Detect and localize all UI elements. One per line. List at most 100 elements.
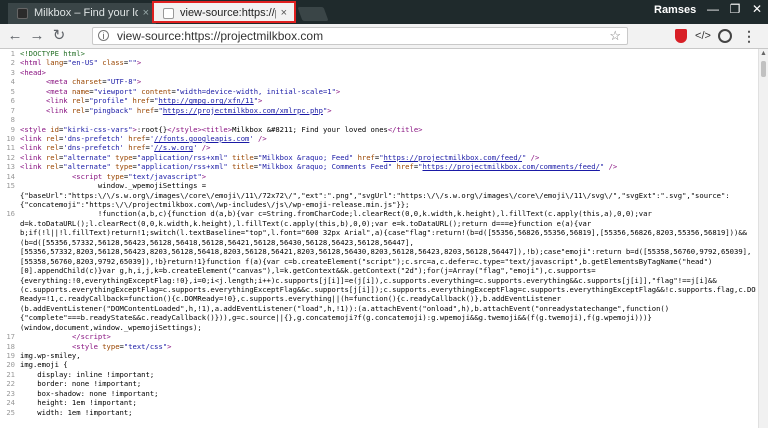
line-number: 5 <box>10 86 15 96</box>
line-number: 18 <box>6 341 15 351</box>
line-number: 13 <box>6 162 15 172</box>
source-line: {"baseUrl":"https:\/\/s.w.org\/images\/c… <box>20 190 730 200</box>
source-line: <link rel='dns-prefetch' href='//fonts.g… <box>20 133 267 143</box>
source-line: [0].appendChild(c)}var g,h,i,j,k=b.creat… <box>20 266 596 276</box>
source-line: (c.supports.everythingExceptFlag=c.suppo… <box>20 284 756 294</box>
source-line: {everything:!0,everythingExceptFlag:!0},… <box>20 275 717 285</box>
scrollbar-thumb[interactable] <box>761 61 766 77</box>
source-line: </script> <box>71 332 111 342</box>
source-line: <!DOCTYPE html> <box>20 49 85 58</box>
line-number <box>0 238 15 247</box>
source-line: !function(a,b,c){function d(a,b){var c=S… <box>20 209 652 219</box>
source-line: (b=d([55356,57332,56128,56423,56128,5641… <box>20 237 414 247</box>
line-number: 16 <box>6 209 15 219</box>
source-line: border: none !important; <box>20 379 142 389</box>
line-number: 9 <box>10 124 15 134</box>
line-number: 11 <box>6 143 15 153</box>
line-number <box>0 200 15 209</box>
line-number <box>0 285 15 294</box>
source-line: <link rel="pingback" href="https://proje… <box>45 105 332 115</box>
line-number: 6 <box>10 96 15 106</box>
source-line: <link rel="alternate" type="application/… <box>20 152 540 162</box>
source-line: height: 1em !important; <box>20 398 137 408</box>
new-tab-button[interactable] <box>297 7 329 21</box>
minimize-icon[interactable]: — <box>704 2 722 16</box>
source-line: <style type="text/css"> <box>71 341 172 351</box>
source-line: Ready=!1,c.readyCallback=function(){c.DO… <box>20 294 561 304</box>
line-number <box>0 257 15 266</box>
line-number: 15 <box>6 181 15 191</box>
source-line: box-shadow: none !important; <box>20 388 159 398</box>
line-number <box>0 191 15 200</box>
browser-toolbar: ← → ↻ i view-source:https://projectmilkb… <box>0 24 768 49</box>
scroll-up-icon[interactable]: ▲ <box>760 50 767 57</box>
line-number-gutter: 1 2 3 4 5 6 7 8 9 10 11 12 13 14 15 16 17 18 19 20 21 22 23 24 2… <box>0 49 15 417</box>
tab-milkbox[interactable]: Milkbox – Find your love × <box>8 3 156 24</box>
tab-close-icon[interactable]: × <box>281 3 287 24</box>
title-bar: Milkbox – Find your love × view-source:h… <box>0 0 768 24</box>
source-line: d=k.toDataURL();l.clearRect(0,0,k.width,… <box>20 218 592 228</box>
line-number <box>0 304 15 313</box>
tab-view-source[interactable]: view-source:https://proje × <box>152 1 296 23</box>
source-code: <!DOCTYPE html> <html lang="en-US" class=… <box>20 49 756 417</box>
source-line: {"concatemoji":"https:\/\/projectmilkbox… <box>20 200 410 209</box>
adblock-extension-icon[interactable] <box>672 27 690 45</box>
line-number <box>0 228 15 237</box>
source-line: <meta name="viewport" content="width=dev… <box>45 86 341 96</box>
line-number: 8 <box>10 115 15 125</box>
line-number: 1 <box>10 49 15 58</box>
source-line: img.wp-smiley, <box>20 351 81 360</box>
source-line: [55358,56760,8203,9792,65039]),!b}return… <box>20 256 713 266</box>
source-line: display: inline !important; <box>20 369 155 379</box>
source-line: {"complete"===b.readyState&&c.readyCallb… <box>20 313 652 323</box>
line-number: 2 <box>10 58 15 68</box>
source-line: <link rel="profile" href="http://gmpg.or… <box>45 96 263 106</box>
source-line: window._wpemojiSettings = <box>20 181 207 191</box>
view-source-content: 1 2 3 4 5 6 7 8 9 10 11 12 13 14 15 16 17 18 19 20 21 22 23 24 2… <box>0 49 758 428</box>
page-favicon-icon <box>17 8 28 19</box>
info-icon[interactable]: i <box>98 30 109 41</box>
line-number <box>0 219 15 228</box>
line-number: 7 <box>10 105 15 115</box>
address-url[interactable]: view-source:https://projectmilkbox.com <box>117 29 323 43</box>
source-line: <head> <box>20 67 46 77</box>
bookmark-star-icon[interactable]: ☆ <box>609 28 621 44</box>
line-number: 23 <box>6 388 15 398</box>
source-line: b;if(!l||!l.fillText)return!1;switch(l.t… <box>20 228 747 238</box>
line-number <box>0 247 15 256</box>
close-window-icon[interactable]: ✕ <box>748 2 766 16</box>
line-number: 22 <box>6 379 15 389</box>
source-line: <link rel="alternate" type="application/… <box>20 162 618 172</box>
line-number: 3 <box>10 67 15 77</box>
reload-icon[interactable]: ↻ <box>50 27 68 45</box>
line-number <box>0 313 15 322</box>
page-favicon-icon <box>163 8 174 19</box>
tab-close-icon[interactable]: × <box>143 3 149 24</box>
line-number: 21 <box>6 369 15 379</box>
browser-menu-icon[interactable]: ⋮ <box>740 27 758 45</box>
line-number: 19 <box>6 351 15 360</box>
extension-ring-icon[interactable] <box>716 27 734 45</box>
tab-title: Milkbox – Find your love <box>34 7 138 19</box>
maximize-icon[interactable]: ❐ <box>726 2 744 16</box>
source-line <box>20 115 756 124</box>
source-line: <link rel='dns-prefetch' href='//s.w.org… <box>20 143 211 153</box>
source-line: width: 1em !important; <box>20 407 133 417</box>
address-bar[interactable]: i view-source:https://projectmilkbox.com… <box>92 27 628 45</box>
line-number <box>0 266 15 275</box>
line-number: 24 <box>6 398 15 408</box>
back-icon[interactable]: ← <box>6 27 24 45</box>
source-line: <style id="kirki-css-vars">:root{}</styl… <box>20 124 423 134</box>
source-line: <script type="text/javascript"> <box>71 171 207 181</box>
line-number: 10 <box>6 133 15 143</box>
profile-name[interactable]: Ramses <box>654 4 696 16</box>
line-number: 20 <box>6 360 15 370</box>
line-number: 4 <box>10 77 15 87</box>
forward-icon[interactable]: → <box>28 27 46 45</box>
code-extension-icon[interactable]: </> <box>694 27 712 45</box>
vertical-scrollbar[interactable]: ▲ <box>758 49 768 428</box>
line-number <box>0 294 15 303</box>
line-number <box>0 276 15 285</box>
source-line: (window,document,window._wpemojiSettings… <box>20 322 202 332</box>
tab-title: view-source:https://proje <box>180 7 276 19</box>
